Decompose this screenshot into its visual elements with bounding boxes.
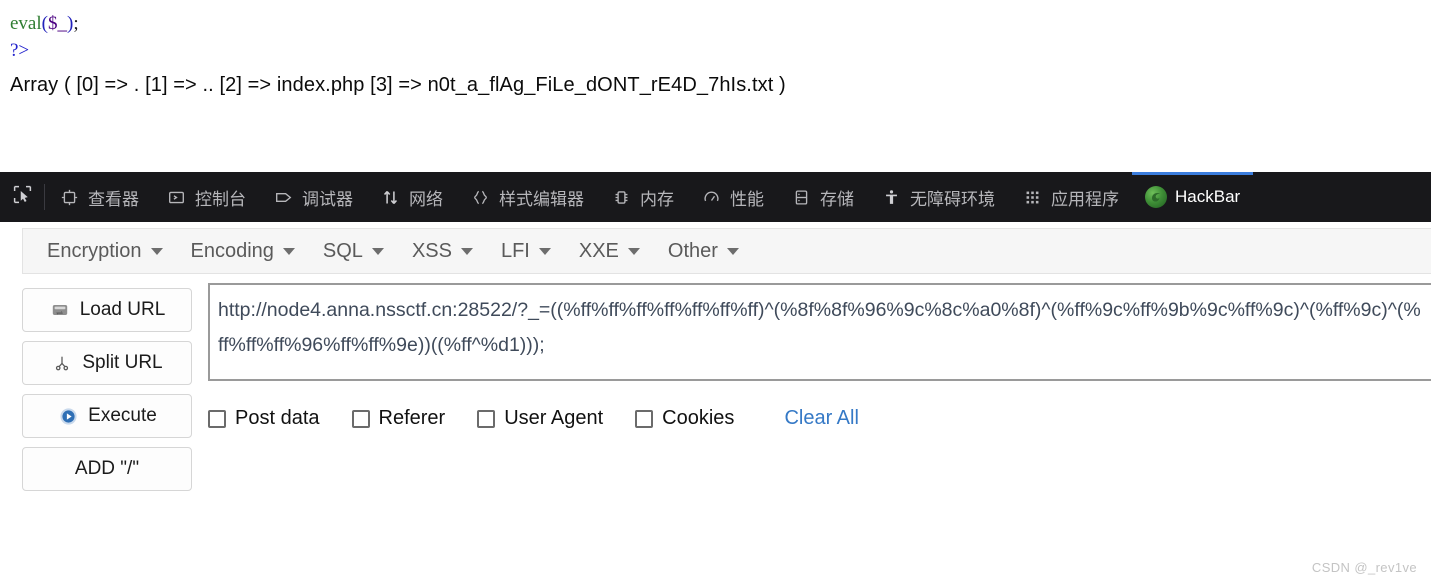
play-circle-icon <box>57 407 79 426</box>
hackbar-options-row: Post data Referer User Agent Cookies Cle… <box>208 407 1431 430</box>
memory-icon <box>610 189 632 206</box>
php-code-line-1: eval($_); <box>10 10 1431 37</box>
php-code-line-2: ?> <box>10 37 1431 64</box>
devtools-tab-label: HackBar <box>1175 187 1241 206</box>
hackbar-menu-other[interactable]: Other <box>654 234 753 269</box>
devtools-tab-label: 样式编辑器 <box>499 189 584 209</box>
inspector-icon <box>58 189 80 206</box>
page-output-area: eval($_); ?> Array ( [0] => . [1] => .. … <box>0 0 1431 172</box>
style-editor-icon <box>469 189 491 206</box>
option-cookies[interactable]: Cookies <box>635 407 734 430</box>
php-eval-token: eval <box>10 13 42 34</box>
hackbar-menu-label: LFI <box>500 239 530 262</box>
devtools-tab-label: 查看器 <box>88 189 139 209</box>
cookies-checkbox[interactable] <box>635 409 654 428</box>
hackbar-menu-label: Encryption <box>47 239 142 262</box>
hackbar-menu-label: XXE <box>578 239 619 262</box>
application-icon <box>1021 189 1043 206</box>
hackbar-button-label: Execute <box>88 405 157 426</box>
hackbar-url-section: http://node4.anna.nssctf.cn:28522/?_=((%… <box>192 283 1431 430</box>
option-post-data[interactable]: Post data <box>208 407 320 430</box>
hackbar-menubar: Encryption Encoding SQL XSS LFI XXE Othe… <box>22 228 1431 274</box>
option-label: Referer <box>378 407 446 429</box>
php-array-output: Array ( [0] => . [1] => .. [2] => index.… <box>10 74 786 96</box>
devtools-tab-label: 内存 <box>640 189 674 209</box>
hackbar-body: Load URL Split URL Execute ADD "/" http:… <box>22 283 1431 513</box>
devtools-tab-network[interactable]: 网络 <box>366 172 456 222</box>
devtools-tab-console[interactable]: 控制台 <box>152 172 259 222</box>
php-close-tag-token: ?> <box>10 40 30 61</box>
php-semicolon-token: ; <box>73 13 79 34</box>
devtools-tab-label: 存储 <box>820 189 854 209</box>
devtools-tab-performance[interactable]: 性能 <box>687 172 777 222</box>
php-variable-token: $_ <box>47 13 67 34</box>
option-referer[interactable]: Referer <box>351 407 446 430</box>
devtools-tab-label: 网络 <box>409 189 443 209</box>
add-slash-button[interactable]: ADD "/" <box>22 447 192 491</box>
devtools-tab-accessibility[interactable]: 无障碍环境 <box>867 172 1008 222</box>
referer-checkbox[interactable] <box>351 409 370 428</box>
load-url-button[interactable]: Load URL <box>22 288 192 332</box>
hackbar-menu-label: XSS <box>411 239 452 262</box>
split-url-button[interactable]: Split URL <box>22 341 192 385</box>
hackbar-action-buttons: Load URL Split URL Execute ADD "/" <box>22 283 192 491</box>
post-data-checkbox[interactable] <box>208 409 226 428</box>
chevron-down-icon <box>627 247 640 255</box>
chevron-down-icon <box>460 247 473 255</box>
option-label: Post data <box>235 407 320 429</box>
hackbar-button-label: ADD "/" <box>74 458 140 479</box>
chevron-down-icon <box>150 247 163 255</box>
hackbar-menu-sql[interactable]: SQL <box>309 234 398 269</box>
clear-all-link[interactable]: Clear All <box>784 407 858 430</box>
devtools-tab-label: 应用程序 <box>1051 189 1119 209</box>
url-input[interactable]: http://node4.anna.nssctf.cn:28522/?_=((%… <box>208 283 1431 381</box>
hackbar-menu-label: Other <box>667 239 718 262</box>
scissors-icon <box>51 354 73 372</box>
hackbar-button-label: Split URL <box>82 352 163 373</box>
devtools-tab-memory[interactable]: 内存 <box>597 172 687 222</box>
network-icon <box>379 189 401 206</box>
hackbar-menu-xss[interactable]: XSS <box>398 234 487 269</box>
devtools-tab-label: 无障碍环境 <box>910 189 995 209</box>
performance-icon <box>700 189 722 206</box>
devtools-tab-label: 性能 <box>730 189 764 209</box>
devtools-tab-label: 控制台 <box>195 189 246 209</box>
chevron-down-icon <box>726 247 739 255</box>
option-user-agent[interactable]: User Agent <box>477 407 603 430</box>
devtools-tab-hackbar[interactable]: HackBar <box>1132 172 1254 222</box>
hackbar-menu-label: SQL <box>322 239 363 262</box>
element-picker-button[interactable] <box>0 172 44 222</box>
hackbar-menu-encryption[interactable]: Encryption <box>33 234 177 269</box>
load-url-icon <box>49 301 71 319</box>
chevron-down-icon <box>282 247 295 255</box>
option-label: User Agent <box>504 407 604 429</box>
devtools-tab-style-editor[interactable]: 样式编辑器 <box>456 172 597 222</box>
debugger-icon <box>272 189 294 206</box>
chevron-down-icon <box>371 247 384 255</box>
watermark: CSDN @_rev1ve <box>1311 560 1417 575</box>
hackbar-logo-icon <box>1145 186 1167 208</box>
hackbar-menu-lfi[interactable]: LFI <box>487 234 565 269</box>
option-label: Cookies <box>662 407 735 429</box>
devtools-tab-storage[interactable]: 存储 <box>777 172 867 222</box>
devtools-tab-debugger[interactable]: 调试器 <box>259 172 366 222</box>
devtools-tab-application[interactable]: 应用程序 <box>1008 172 1132 222</box>
console-icon <box>165 189 187 206</box>
hackbar-menu-label: Encoding <box>190 239 274 262</box>
accessibility-icon <box>880 189 902 206</box>
execute-button[interactable]: Execute <box>22 394 192 438</box>
devtools-toolbar: 查看器 控制台 调试器 网络 样式编辑器 内存 性能 存储 无障碍环境 应用程序… <box>0 172 1431 222</box>
chevron-down-icon <box>538 247 551 255</box>
devtools-tab-inspector[interactable]: 查看器 <box>45 172 152 222</box>
hackbar-menu-encoding[interactable]: Encoding <box>177 234 309 269</box>
hackbar-button-label: Load URL <box>79 299 166 320</box>
element-picker-icon <box>12 184 33 210</box>
storage-icon <box>790 189 812 206</box>
user-agent-checkbox[interactable] <box>477 409 496 428</box>
devtools-tab-label: 调试器 <box>302 189 353 209</box>
hackbar-menu-xxe[interactable]: XXE <box>565 234 654 269</box>
